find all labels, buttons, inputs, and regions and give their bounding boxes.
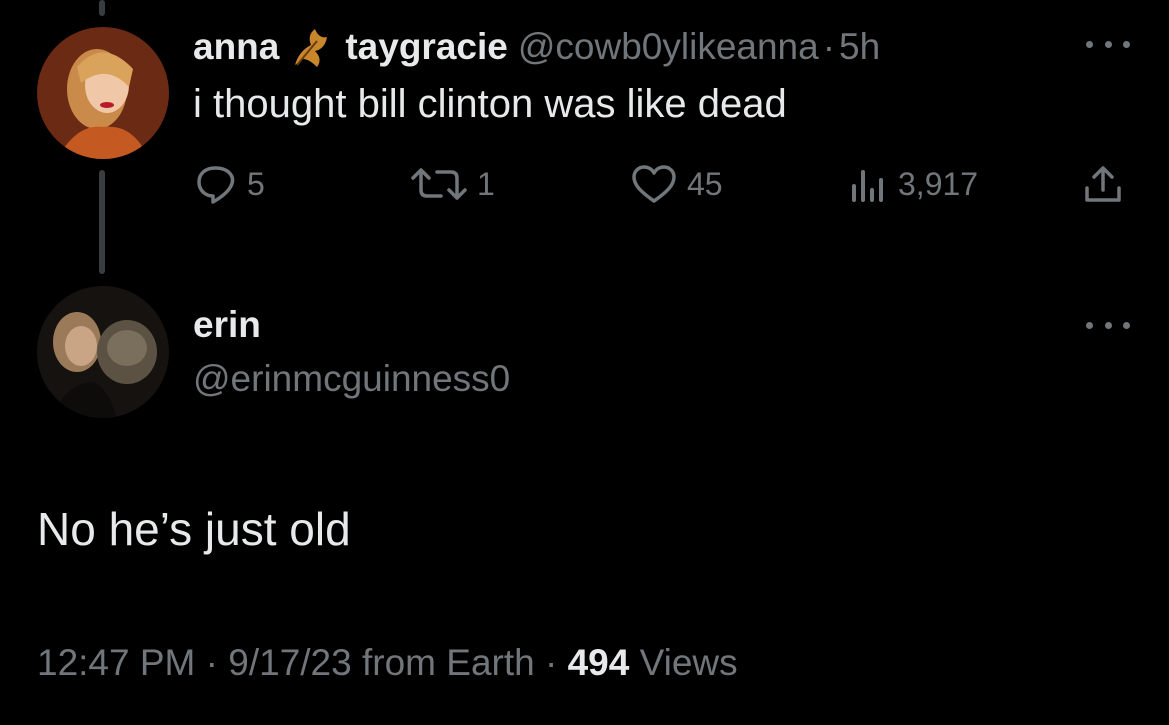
display-name-suffix[interactable]: taygracie [345,26,508,68]
tweet-actions: 5 1 45 3,917 [0,164,1169,204]
autumn-leaf-icon [295,29,328,67]
reply-views-label: Views [639,642,738,683]
reply-views-count[interactable]: 494 [568,642,630,683]
avatar-anna[interactable] [37,27,169,159]
separator-dot: · [205,642,218,683]
thread-connector-top [99,0,105,16]
views-button[interactable]: 3,917 [848,164,978,204]
reply-time[interactable]: 12:47 PM [37,642,195,683]
reply-count: 5 [247,165,265,202]
timestamp[interactable]: 5h [839,26,880,68]
like-button[interactable]: 45 [631,164,723,204]
separator-dot: · [545,642,558,683]
like-count: 45 [687,165,723,202]
bar-chart-icon [852,170,883,202]
separator-dot: · [822,26,836,67]
retweet-count: 1 [477,165,495,202]
reply-text: No he’s just old [37,503,351,555]
views-count: 3,917 [898,165,979,202]
reply-date[interactable]: 9/17/23 [228,642,351,683]
avatar-erin-image [37,286,169,418]
reply-display-name[interactable]: erin [193,304,261,346]
reply-button[interactable]: 5 [195,164,265,204]
tweet-text: i thought bill clinton was like dead [193,82,787,126]
heart-icon [632,165,676,203]
reply-handle[interactable]: @erinmcguinness0 [193,358,510,400]
more-options-icon[interactable] [1086,36,1130,52]
share-upload-icon [1085,166,1121,202]
thread-connector [99,170,105,274]
display-name[interactable]: anna [193,26,279,68]
avatar-anna-image [37,27,169,159]
reply-more-options-icon[interactable] [1086,317,1130,333]
retweet-button[interactable]: 1 [411,164,495,204]
retweet-arrows-icon [411,168,467,200]
avatar-erin[interactable] [37,286,169,418]
speech-bubble-icon [197,166,235,204]
reply-source: from Earth [362,642,535,683]
reply-metadata: 12:47 PM · 9/17/23 from Earth · 494 View… [37,642,738,684]
handle[interactable]: @cowb0ylikeanna [518,26,819,68]
share-button[interactable] [1082,164,1134,204]
tweet-header: anna taygracie @cowb0ylikeanna · 5h [193,25,890,69]
